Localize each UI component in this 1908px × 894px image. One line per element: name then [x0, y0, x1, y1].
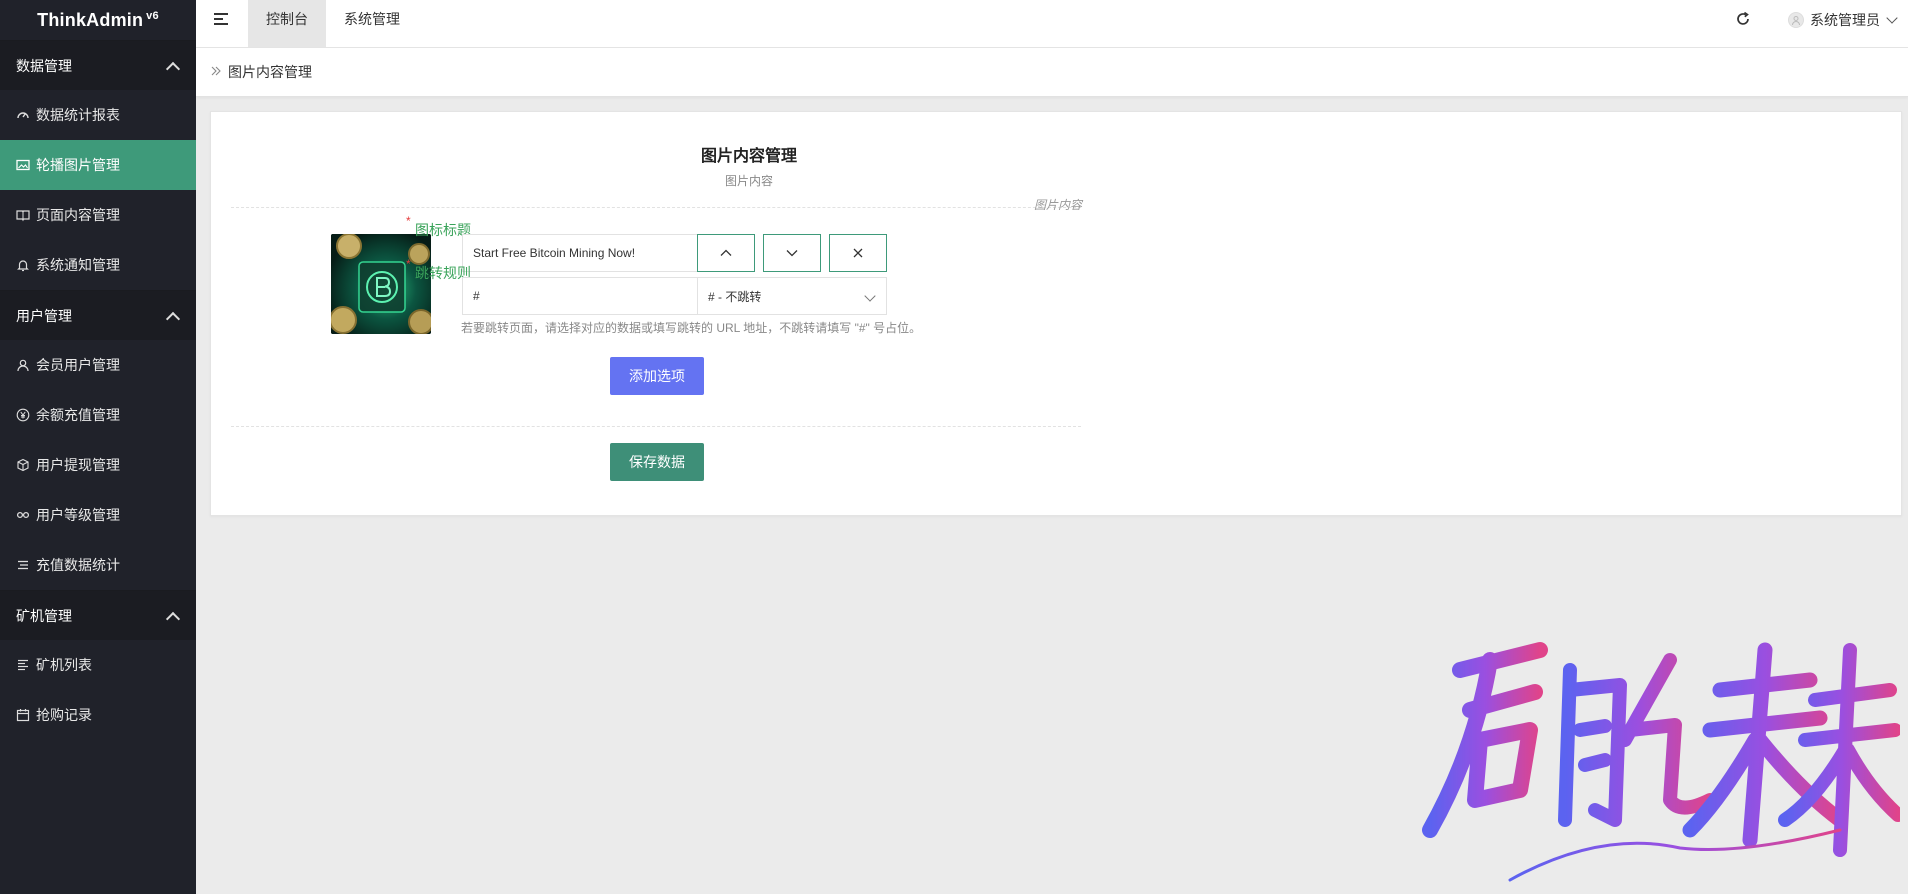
group-title: 数据管理: [16, 57, 72, 74]
sidebar-item-miner-list[interactable]: 矿机列表: [0, 640, 196, 690]
group-header-data[interactable]: 数据管理: [0, 40, 196, 90]
move-up-button[interactable]: [697, 234, 755, 272]
app-name: ThinkAdmin: [37, 9, 144, 30]
chevron-up-icon: [720, 249, 732, 256]
breadcrumb: 图片内容管理: [196, 48, 1908, 97]
section-divider: [231, 426, 1081, 427]
calendar-icon: [16, 708, 30, 722]
sidebar-item-label: 页面内容管理: [36, 207, 120, 223]
sidebar-item-recharge[interactable]: 余额充值管理: [0, 390, 196, 440]
sidebar-item-label: 数据统计报表: [36, 107, 120, 123]
chevron-down-icon: [786, 250, 798, 257]
tab-console[interactable]: 控制台: [248, 0, 326, 48]
user-icon: [16, 358, 30, 372]
top-header: 控制台 系统管理 系统管理员: [196, 0, 1908, 48]
sidebar-item-label: 充值数据统计: [36, 557, 120, 573]
sidebar-item-carousel[interactable]: 轮播图片管理: [0, 140, 196, 190]
section-label: 图片内容: [1034, 198, 1083, 212]
align-left-icon: [16, 658, 30, 672]
list-icon: [16, 558, 30, 572]
sidebar-item-page-content[interactable]: 页面内容管理: [0, 190, 196, 240]
bell-icon: [16, 258, 30, 272]
sidebar-item-label: 会员用户管理: [36, 357, 120, 373]
double-chevron-right-icon: [210, 65, 222, 80]
sidebar-item-recharge-stats[interactable]: 充值数据统计: [0, 540, 196, 590]
sidebar-item-notifications[interactable]: 系统通知管理: [0, 240, 196, 290]
dashboard-icon: [16, 108, 30, 122]
form-title: 图片内容管理: [700, 148, 797, 165]
chevron-up-icon: [165, 61, 181, 76]
chevron-down-icon: [1886, 12, 1898, 24]
sidebar-item-label: 用户等级管理: [36, 507, 120, 523]
menu-toggle-icon[interactable]: [214, 12, 230, 26]
user-name: 系统管理员: [1810, 12, 1880, 28]
sidebar: ThinkAdminv6 数据管理 数据统计报表 轮播图片管理 页面内容管理: [0, 0, 196, 894]
section-divider: [231, 207, 1081, 208]
required-marker: *: [406, 214, 411, 228]
move-down-button[interactable]: [763, 234, 821, 272]
tab-label: 系统管理: [344, 11, 400, 27]
sidebar-item-label: 矿机列表: [36, 657, 92, 673]
add-option-button[interactable]: 添加选项: [610, 357, 704, 395]
remove-button[interactable]: [829, 234, 887, 272]
group-header-users[interactable]: 用户管理: [0, 290, 196, 340]
menu-group-users: 用户管理 会员用户管理 余额充值管理 用户提现管理 用户等级管理 充值数据统计: [0, 290, 196, 590]
group-title: 矿机管理: [16, 607, 72, 624]
chevron-up-icon: [165, 311, 181, 326]
image-icon: [16, 158, 30, 172]
sidebar-item-withdraw[interactable]: 用户提现管理: [0, 440, 196, 490]
page-title: 图片内容管理: [228, 64, 312, 80]
menu-group-data: 数据管理 数据统计报表 轮播图片管理 页面内容管理 系统通知管理: [0, 40, 196, 290]
app-logo[interactable]: ThinkAdmin v6: [0, 0, 196, 40]
chevron-down-icon: [864, 290, 876, 302]
tab-system[interactable]: 系统管理: [326, 0, 418, 48]
help-text: 若要跳转页面，请选择对应的数据或填写跳转的 URL 地址，不跳转请填写 "#" …: [461, 321, 922, 335]
content-card: 图片内容管理 图片内容 图片内容 * 图标标题 Start Free Bitcoi…: [210, 111, 1902, 516]
sidebar-item-levels[interactable]: 用户等级管理: [0, 490, 196, 540]
required-marker: *: [406, 257, 411, 271]
sidebar-item-label: 抢购记录: [36, 707, 92, 723]
avatar: [1788, 12, 1804, 28]
close-icon: [853, 248, 863, 258]
form-subtitle: 图片内容: [724, 174, 773, 188]
tab-label: 控制台: [266, 11, 308, 27]
group-header-miners[interactable]: 矿机管理: [0, 590, 196, 640]
save-button[interactable]: 保存数据: [610, 443, 704, 481]
sidebar-item-label: 余额充值管理: [36, 407, 120, 423]
link-icon: [16, 508, 30, 522]
sidebar-item-label: 系统通知管理: [36, 257, 120, 273]
sidebar-item-label: 用户提现管理: [36, 457, 120, 473]
sidebar-item-members[interactable]: 会员用户管理: [0, 340, 196, 390]
cube-icon: [16, 458, 30, 472]
group-title: 用户管理: [16, 307, 72, 324]
yen-icon: [16, 408, 30, 422]
refresh-icon[interactable]: [1734, 10, 1752, 28]
calligraphy-watermark: [1422, 642, 1900, 882]
rule-select[interactable]: # - 不跳转: [697, 277, 887, 315]
app-version: v6: [146, 10, 159, 22]
sidebar-item-purchase-records[interactable]: 抢购记录: [0, 690, 196, 740]
sidebar-item-label: 轮播图片管理: [36, 157, 120, 173]
chevron-up-icon: [165, 611, 181, 626]
item-image[interactable]: [331, 234, 431, 334]
select-value: # - 不跳转: [708, 289, 762, 304]
sidebar-item-stats-report[interactable]: 数据统计报表: [0, 90, 196, 140]
book-icon: [16, 208, 30, 222]
user-menu[interactable]: 系统管理员: [1788, 0, 1898, 40]
menu-group-miners: 矿机管理 矿机列表 抢购记录: [0, 590, 196, 740]
